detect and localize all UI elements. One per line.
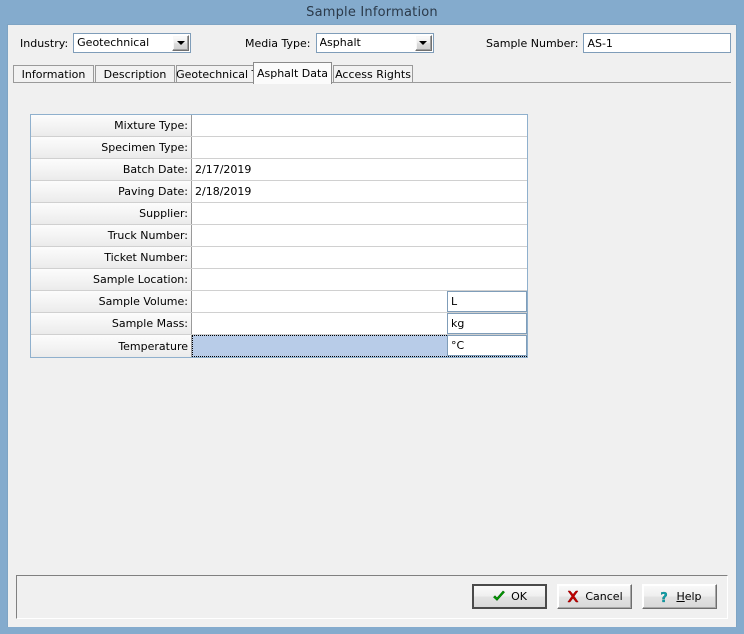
row-value[interactable]: 2/17/2019: [192, 159, 527, 180]
table-row[interactable]: Truck Number:: [31, 225, 527, 247]
table-row[interactable]: Supplier:: [31, 203, 527, 225]
row-value[interactable]: [192, 137, 527, 158]
sample-volume-unit-value: L: [451, 294, 458, 308]
asphalt-data-grid: Mixture Type: Specimen Type: Batch Date:…: [30, 114, 528, 358]
tab-strip-divider: [13, 82, 731, 83]
tab-description[interactable]: Description: [95, 65, 175, 83]
row-label: Sample Mass:: [31, 313, 192, 334]
row-label: Ticket Number:: [31, 247, 192, 268]
row-label: Paving Date:: [31, 181, 192, 202]
question-mark-icon: ?: [657, 590, 671, 604]
header-fields: Industry: Geotechnical Media Type: Aspha…: [8, 25, 736, 59]
row-value[interactable]: 2/18/2019: [192, 181, 527, 202]
table-row[interactable]: Mixture Type:: [31, 115, 527, 137]
row-value[interactable]: [192, 203, 527, 224]
green-check-icon: [492, 590, 506, 604]
sample-mass-unit-value: kg: [451, 316, 465, 330]
help-button[interactable]: ? Help: [642, 584, 717, 609]
industry-value: Geotechnical: [77, 36, 150, 49]
table-row[interactable]: Sample Mass: kg: [31, 313, 527, 335]
row-value[interactable]: [192, 115, 527, 136]
row-value[interactable]: [192, 225, 527, 246]
media-type-label: Media Type:: [245, 36, 311, 50]
svg-text:?: ?: [661, 591, 669, 604]
industry-combobox[interactable]: Geotechnical: [73, 33, 192, 53]
table-row[interactable]: Specimen Type:: [31, 137, 527, 159]
sample-number-field: Sample Number: AS-1: [486, 33, 732, 53]
dialog-button-panel: OK Cancel ? Help: [16, 575, 728, 619]
chevron-down-icon[interactable]: [172, 35, 190, 51]
chevron-down-icon[interactable]: [414, 35, 432, 51]
tab-access-rights[interactable]: Access Rights: [333, 65, 413, 83]
table-row[interactable]: Ticket Number:: [31, 247, 527, 269]
cancel-button-label: Cancel: [585, 589, 623, 603]
media-type-value: Asphalt: [319, 36, 361, 49]
row-value[interactable]: L: [192, 291, 527, 312]
tab-information[interactable]: Information: [13, 65, 94, 83]
row-value[interactable]: [192, 247, 527, 268]
row-label: Supplier:: [31, 203, 192, 224]
industry-field: Industry: Geotechnical: [20, 33, 192, 53]
tab-label: Asphalt Data: [256, 67, 329, 80]
row-label: Sample Volume:: [31, 291, 192, 312]
media-type-combobox[interactable]: Asphalt: [315, 33, 434, 53]
ok-button[interactable]: OK: [472, 584, 547, 609]
row-value[interactable]: kg: [192, 313, 527, 334]
row-label: Specimen Type:: [31, 137, 192, 158]
sample-mass-unit-combobox[interactable]: kg: [447, 313, 527, 334]
sample-number-input[interactable]: AS-1: [583, 33, 732, 53]
temperature-unit-combobox[interactable]: °C: [447, 335, 527, 356]
industry-label: Industry:: [20, 36, 69, 50]
dialog-button-row: OK Cancel ? Help: [472, 584, 717, 609]
cancel-button[interactable]: Cancel: [557, 584, 632, 609]
help-label-rest: elp: [684, 589, 702, 603]
sample-volume-unit-combobox[interactable]: L: [447, 291, 527, 312]
tab-asphalt-data[interactable]: Asphalt Data: [253, 62, 332, 84]
sample-number-value: AS-1: [587, 36, 613, 50]
row-label: Temperature: [31, 335, 192, 357]
table-row[interactable]: Sample Volume: L: [31, 291, 527, 313]
row-label: Mixture Type:: [31, 115, 192, 136]
window-titlebar: Sample Information: [0, 0, 744, 24]
window-title: Sample Information: [306, 4, 438, 20]
tab-label: Access Rights: [335, 68, 411, 81]
table-row[interactable]: Sample Location:: [31, 269, 527, 291]
table-row[interactable]: Paving Date: 2/18/2019: [31, 181, 527, 203]
row-label: Batch Date:: [31, 159, 192, 180]
media-type-field: Media Type: Asphalt: [245, 33, 434, 53]
row-value[interactable]: °C: [192, 335, 527, 357]
window-client-area: Industry: Geotechnical Media Type: Aspha…: [7, 24, 737, 627]
sample-information-window: Sample Information Industry: Geotechnica…: [0, 0, 744, 634]
table-row[interactable]: Batch Date: 2/17/2019: [31, 159, 527, 181]
row-label: Sample Location:: [31, 269, 192, 290]
temperature-unit-value: °C: [451, 338, 465, 352]
row-value[interactable]: [192, 269, 527, 290]
help-button-label: Help: [676, 590, 701, 604]
row-label: Truck Number:: [31, 225, 192, 246]
ok-button-label: OK: [511, 589, 527, 603]
help-accelerator: H: [676, 589, 685, 603]
red-x-icon: [566, 590, 580, 604]
tab-label: Description: [103, 68, 167, 81]
table-row[interactable]: Temperature °C: [31, 335, 527, 357]
tab-label: Information: [21, 68, 86, 81]
sample-number-label: Sample Number:: [486, 36, 579, 50]
tab-strip: Information Description Geotechnical Tes…: [13, 62, 731, 84]
